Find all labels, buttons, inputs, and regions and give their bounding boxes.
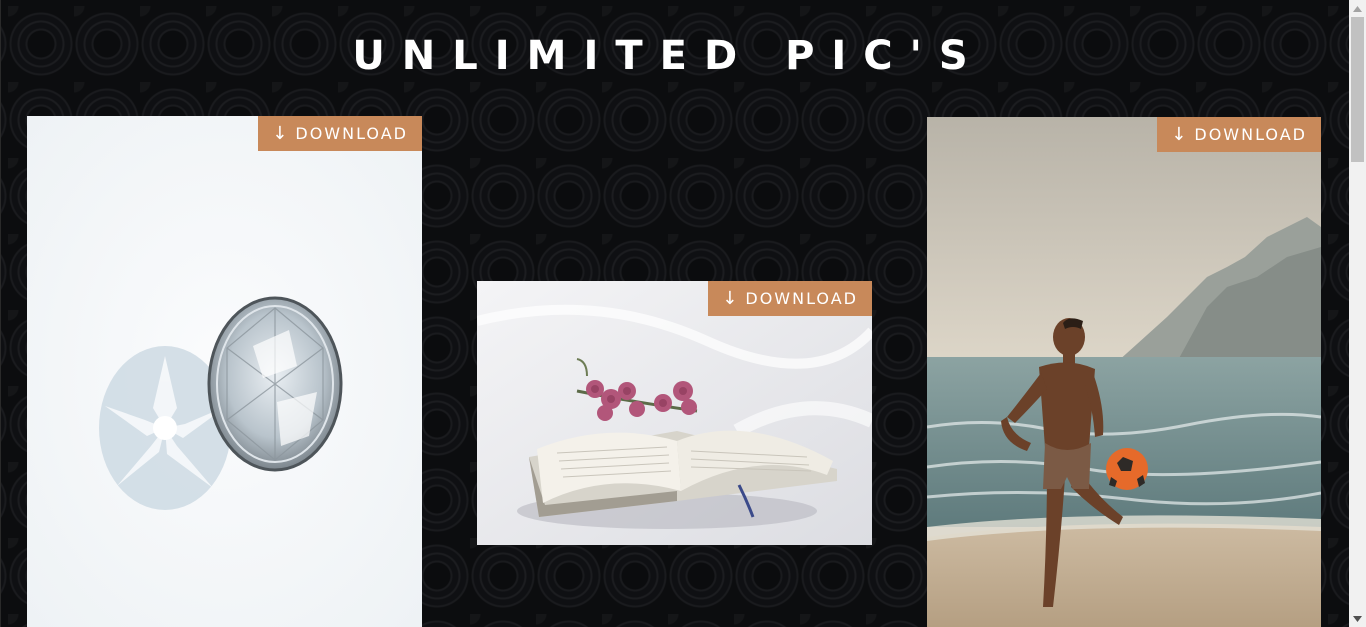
triangle-down-icon (1353, 615, 1362, 622)
vertical-scrollbar[interactable] (1349, 0, 1366, 627)
photo-card-book: ↓ DOWNLOAD (477, 281, 872, 545)
page-title: UNLIMITED PIC'S (352, 33, 985, 79)
download-arrow-icon: ↓ (1171, 124, 1187, 145)
download-button-3[interactable]: ↓ DOWNLOAD (1157, 117, 1321, 152)
triangle-up-icon (1353, 5, 1362, 12)
download-label: DOWNLOAD (1194, 125, 1307, 144)
beach-football-photo (927, 117, 1321, 627)
photo-card-beach: ↓ DOWNLOAD (927, 117, 1321, 627)
scroll-up-button[interactable] (1349, 0, 1366, 17)
scroll-thumb[interactable] (1351, 17, 1364, 162)
download-arrow-icon: ↓ (722, 288, 738, 309)
photo-card-diamond: ↓ DOWNLOAD (27, 116, 422, 627)
download-label: DOWNLOAD (295, 124, 408, 143)
scroll-down-button[interactable] (1349, 610, 1366, 627)
book-roses-photo (477, 281, 872, 545)
diamond-photo (27, 116, 422, 627)
download-button-2[interactable]: ↓ DOWNLOAD (708, 281, 872, 316)
download-arrow-icon: ↓ (272, 123, 288, 144)
download-button-1[interactable]: ↓ DOWNLOAD (258, 116, 422, 151)
download-label: DOWNLOAD (745, 289, 858, 308)
